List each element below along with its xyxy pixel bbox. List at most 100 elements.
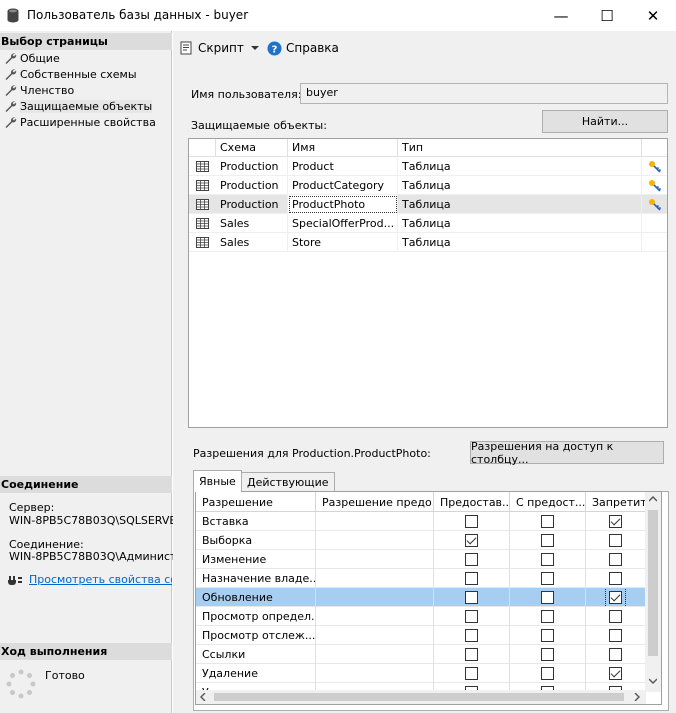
deny-checkbox[interactable] — [609, 534, 622, 547]
permission-row[interactable]: Вставка — [196, 512, 646, 531]
tab-effective[interactable]: Действующие — [241, 472, 335, 492]
table-row[interactable]: Sales Store Таблица — [189, 233, 667, 252]
column-header-type[interactable]: Тип — [398, 139, 642, 157]
minimize-button[interactable]: — — [538, 0, 584, 31]
cell-deny — [586, 588, 646, 607]
username-field[interactable]: buyer — [300, 83, 668, 104]
maximize-button[interactable]: ☐ — [584, 0, 630, 31]
with-grant-checkbox[interactable] — [541, 667, 554, 680]
with-grant-checkbox[interactable] — [541, 515, 554, 528]
deny-checkbox[interactable] — [609, 553, 622, 566]
column-header-grantor[interactable]: Разрешение предо... — [316, 492, 434, 512]
view-connection-properties-link[interactable]: Просмотреть свойства соединения — [29, 573, 172, 586]
page-item-extended-properties[interactable]: Расширенные свойства — [4, 114, 156, 130]
column-header-deny[interactable]: Запретить — [586, 492, 646, 512]
chevron-right-icon — [634, 693, 640, 701]
with-grant-checkbox[interactable] — [541, 629, 554, 642]
cell-grantor — [316, 512, 434, 531]
cell-name: ProductCategory — [288, 176, 398, 195]
chevron-down-icon — [649, 678, 657, 684]
column-header-name[interactable]: Имя — [288, 139, 398, 157]
horizontal-scroll-thumb[interactable] — [214, 693, 624, 701]
script-button[interactable]: Скрипт — [180, 39, 244, 57]
with-grant-checkbox[interactable] — [541, 534, 554, 547]
cell-with-grant — [510, 645, 586, 664]
cell-deny — [586, 569, 646, 588]
cell-schema: Production — [216, 157, 288, 176]
table-row[interactable]: Sales SpecialOfferProd... Таблица — [189, 214, 667, 233]
deny-checkbox[interactable] — [609, 667, 622, 680]
deny-checkbox[interactable] — [609, 629, 622, 642]
chevron-up-icon — [649, 496, 657, 502]
permission-row[interactable]: Просмотр отслеж... — [196, 626, 646, 645]
cell-name: SpecialOfferProd... — [288, 214, 398, 233]
cell-grant — [434, 664, 510, 683]
permission-row[interactable]: Обновление — [196, 588, 646, 607]
vertical-scroll-thumb[interactable] — [648, 510, 658, 656]
help-icon: ? — [267, 41, 282, 55]
deny-checkbox[interactable] — [609, 648, 622, 661]
deny-checkbox[interactable] — [609, 515, 622, 528]
grant-checkbox[interactable] — [465, 667, 478, 680]
table-icon — [196, 161, 209, 172]
grant-checkbox[interactable] — [465, 553, 478, 566]
page-item-owned-schemas[interactable]: Собственные схемы — [4, 66, 137, 82]
cell-grantor — [316, 550, 434, 569]
progress-spinner-icon — [6, 669, 36, 699]
cell-grantor — [316, 569, 434, 588]
with-grant-checkbox[interactable] — [541, 610, 554, 623]
page-item-label: Расширенные свойства — [20, 115, 156, 129]
deny-checkbox[interactable] — [609, 610, 622, 623]
column-permissions-button[interactable]: Разрешения на доступ к столбцу... — [470, 440, 664, 466]
column-header-permission[interactable]: Разрешение — [196, 492, 316, 512]
with-grant-checkbox[interactable] — [541, 591, 554, 604]
with-grant-checkbox[interactable] — [541, 572, 554, 585]
column-header-schema[interactable]: Схема — [216, 139, 288, 157]
grant-checkbox[interactable] — [465, 591, 478, 604]
cell-deny — [586, 607, 646, 626]
table-row[interactable]: Production ProductCategory Таблица — [189, 176, 667, 195]
cell-with-grant — [510, 531, 586, 550]
permission-row[interactable]: Ссылки — [196, 645, 646, 664]
securables-grid[interactable]: Схема Имя Тип Production Product Таблица… — [188, 138, 668, 428]
horizontal-scrollbar[interactable] — [196, 690, 646, 704]
with-grant-checkbox[interactable] — [541, 648, 554, 661]
find-button[interactable]: Найти... — [542, 110, 668, 133]
column-header-grant[interactable]: Предостав... — [434, 492, 510, 512]
cell-deny — [586, 626, 646, 645]
deny-checkbox[interactable] — [609, 572, 622, 585]
permission-row[interactable]: Просмотр определ... — [196, 607, 646, 626]
page-item-general[interactable]: Общие — [4, 50, 60, 66]
cell-grant — [434, 645, 510, 664]
grant-checkbox[interactable] — [465, 648, 478, 661]
page-item-securables[interactable]: Защищаемые объекты — [4, 98, 153, 114]
permission-row[interactable]: Удаление — [196, 664, 646, 683]
grant-checkbox[interactable] — [465, 610, 478, 623]
grant-checkbox[interactable] — [465, 534, 478, 547]
help-button[interactable]: ? Справка — [267, 39, 339, 57]
permission-row[interactable]: Выборка — [196, 531, 646, 550]
table-row[interactable]: Production Product Таблица — [189, 157, 667, 176]
deny-checkbox[interactable] — [605, 588, 626, 607]
grant-checkbox[interactable] — [465, 515, 478, 528]
cell-grantor — [316, 664, 434, 683]
permissions-grid[interactable]: Разрешение Разрешение предо... Предостав… — [195, 491, 662, 705]
cell-type: Таблица — [398, 176, 642, 195]
server-value: WIN-8PB5C78B03Q\SQLSERVER — [9, 514, 177, 527]
permission-row[interactable]: Изменение — [196, 550, 646, 569]
tab-explicit[interactable]: Явные — [193, 470, 242, 492]
grant-checkbox[interactable] — [465, 572, 478, 585]
table-row[interactable]: Production ProductPhoto Таблица — [189, 195, 667, 214]
svg-text:?: ? — [272, 44, 278, 55]
page-item-membership[interactable]: Членство — [4, 82, 74, 98]
vertical-scrollbar[interactable] — [645, 492, 661, 692]
column-header-with-grant[interactable]: С предост... — [510, 492, 586, 512]
cell-grantor — [316, 645, 434, 664]
close-button[interactable]: ✕ — [630, 0, 676, 31]
cell-permission-name: Удаление — [196, 664, 316, 683]
grant-checkbox[interactable] — [465, 629, 478, 642]
cell-type: Таблица — [398, 195, 642, 214]
permission-row[interactable]: Назначение владе... — [196, 569, 646, 588]
script-dropdown-chevron[interactable] — [251, 39, 259, 57]
with-grant-checkbox[interactable] — [541, 553, 554, 566]
